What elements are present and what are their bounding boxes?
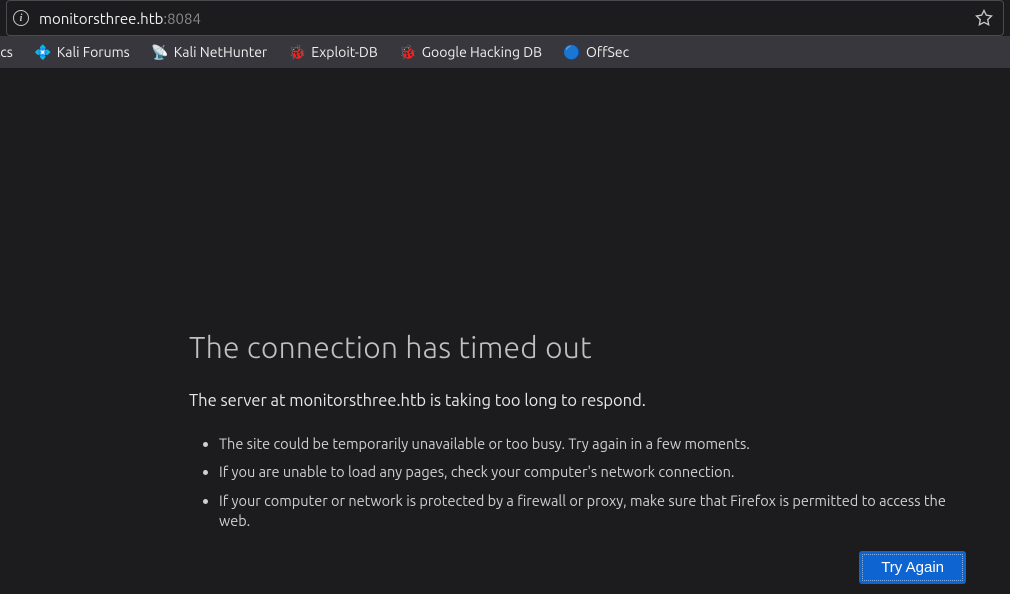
kali-forums-icon: 💠 [35,44,51,60]
bookmark-offsec[interactable]: 🔵 OffSec [560,40,633,64]
try-again-button[interactable]: Try Again [859,551,966,584]
error-title: The connection has timed out [189,330,970,364]
offsec-icon: 🔵 [564,44,580,60]
error-container: The connection has timed out The server … [189,330,970,539]
bookmark-exploit-db[interactable]: 🐞 Exploit-DB [285,40,381,64]
bookmark-label: Kali NetHunter [174,44,267,60]
kali-nethunter-icon: 📡 [152,44,168,60]
bookmark-star-icon[interactable] [975,9,993,27]
bookmark-docs[interactable]: ocs [0,40,17,64]
error-suggestion-item: If you are unable to load any pages, che… [219,462,970,482]
info-icon[interactable]: i [13,10,29,26]
bookmark-label: OffSec [586,44,629,60]
error-suggestion-item: The site could be temporarily unavailabl… [219,434,970,454]
address-bar[interactable]: i monitorsthree.htb:8084 [6,0,1004,36]
bookmark-google-hacking-db[interactable]: 🐞 Google Hacking DB [396,40,546,64]
error-subtitle: The server at monitorsthree.htb is takin… [189,392,970,410]
bookmark-label: Exploit-DB [311,44,377,60]
bookmark-label: Google Hacking DB [422,44,542,60]
error-suggestions-list: The site could be temporarily unavailabl… [189,434,970,531]
bookmarks-toolbar: ocs 💠 Kali Forums 📡 Kali NetHunter 🐞 Exp… [0,36,1010,68]
exploit-db-icon: 🐞 [289,44,305,60]
google-hacking-db-icon: 🐞 [400,44,416,60]
bookmark-kali-nethunter[interactable]: 📡 Kali NetHunter [148,40,271,64]
url-port: :8084 [163,10,201,27]
bookmark-label: ocs [0,44,13,60]
error-suggestion-item: If your computer or network is protected… [219,491,970,532]
bookmark-kali-forums[interactable]: 💠 Kali Forums [31,40,134,64]
url-host: monitorsthree.htb [39,10,163,27]
bookmark-label: Kali Forums [57,44,130,60]
content-area: The connection has timed out The server … [0,68,1010,594]
